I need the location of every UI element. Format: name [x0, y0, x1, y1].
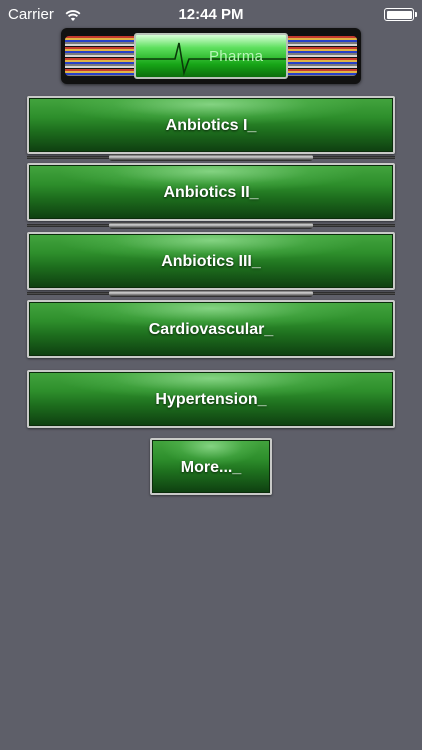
menu-button-label: Hypertension_	[155, 391, 267, 408]
menu-separator	[27, 290, 395, 298]
menu-button-label: Anbiotics I_	[165, 117, 257, 134]
menu-button-label: Anbiotics II_	[163, 184, 259, 201]
menu-button-antibiotics-2[interactable]: Anbiotics II_	[27, 163, 395, 221]
menu-separator	[27, 222, 395, 230]
menu-button-label: Anbiotics III_	[161, 253, 261, 270]
menu-button-more[interactable]: More..._	[150, 438, 272, 495]
menu-button-label: More..._	[180, 458, 242, 476]
menu-separator	[27, 154, 395, 162]
menu-button-antibiotics-1[interactable]: Anbiotics I_	[27, 96, 395, 154]
menu-button-antibiotics-3[interactable]: Anbiotics III_	[27, 232, 395, 290]
menu-button-label: Cardiovascular_	[148, 321, 274, 338]
main-menu: Anbiotics I_ Anbiotics II_ Anbiotics III…	[0, 0, 422, 750]
menu-button-hypertension[interactable]: Hypertension_	[27, 370, 395, 428]
menu-button-cardiovascular[interactable]: Cardiovascular_	[27, 300, 395, 358]
